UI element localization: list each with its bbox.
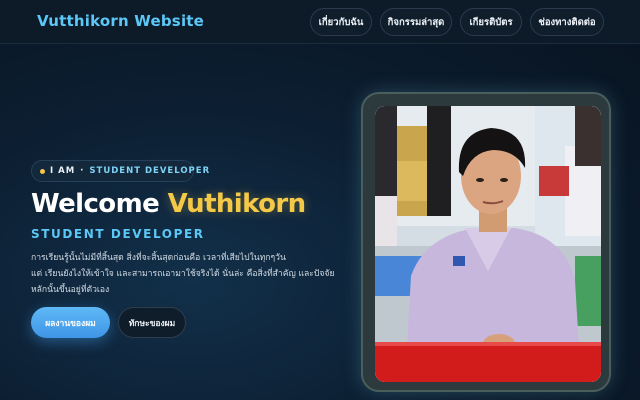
- nav-activities-button[interactable]: กิจกรรมล่าสุด: [380, 8, 452, 36]
- site-brand[interactable]: Vutthikorn Website: [37, 12, 204, 30]
- headline-name: Vuthikorn: [167, 189, 307, 219]
- description-line: แต่ เรียนยังไงให้เข้าใจ และสามารถเอามาใช…: [31, 269, 335, 279]
- nav-about-button[interactable]: เกี่ยวกับฉัน: [310, 8, 372, 36]
- profile-photo: [375, 106, 601, 382]
- student-portrait-illustration: [375, 106, 601, 382]
- top-navbar: Vutthikorn Website เกี่ยวกับฉัน กิจกรรมล…: [0, 0, 640, 44]
- hero-subheading: STUDENT DEVELOPER: [31, 227, 205, 241]
- pill-role: STUDENT DEVELOPER: [89, 166, 211, 176]
- nav-certificates-button[interactable]: เกียรติบัตร: [460, 8, 522, 36]
- main-nav: เกี่ยวกับฉัน กิจกรรมล่าสุด เกียรติบัตร ช…: [310, 8, 604, 36]
- dot-icon: [40, 168, 45, 174]
- hero-headline: Welcome Vuthikorn: [31, 189, 306, 219]
- skills-button[interactable]: ทักษะของผม: [118, 307, 186, 338]
- nav-contact-button[interactable]: ช่องทางติดต่อ: [530, 8, 604, 36]
- description-line: หลักนั้นขึ้นอยู่ที่ตัวเอง: [31, 285, 110, 295]
- pill-separator: ·: [80, 166, 85, 176]
- role-pill: I AM · STUDENT DEVELOPER: [31, 160, 209, 182]
- profile-photo-frame: [361, 92, 611, 392]
- description-line: การเรียนรู้นั้นไม่มีที่สิ้นสุด สิ่งที่จะ…: [31, 253, 286, 263]
- pill-prefix: I AM: [50, 166, 76, 176]
- portfolio-button[interactable]: ผลงานของผม: [31, 307, 110, 338]
- headline-welcome: Welcome: [31, 189, 160, 219]
- hero-description: การเรียนรู้นั้นไม่มีที่สิ้นสุด สิ่งที่จะ…: [31, 250, 335, 298]
